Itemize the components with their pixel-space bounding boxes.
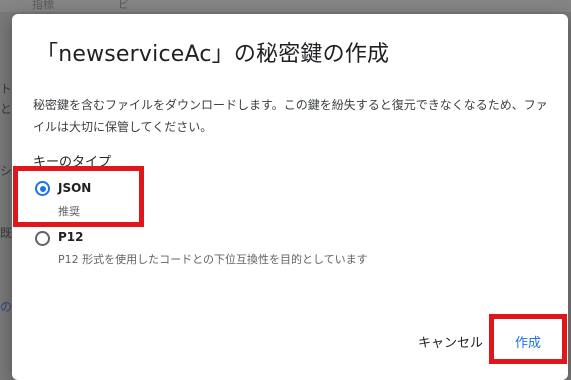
json-option-sublabel: 推奨 [58, 205, 80, 218]
background-link-fragment: の [0, 300, 13, 314]
p12-option-sublabel: P12 形式を使用したコードとの下位互換性を目的としています [58, 253, 368, 266]
screen: 指標 ビ ト と シ 既 の 「newserviceAc」の秘密鍵の作成 秘密鍵… [0, 0, 571, 380]
background-text-fragment: と [0, 102, 13, 116]
json-radio-button[interactable] [35, 181, 50, 196]
background-tab: 指標 [32, 0, 54, 11]
dialog-title: 「newserviceAc」の秘密鍵の作成 [36, 42, 390, 67]
dialog-description: 秘密鍵を含むファイルをダウンロードします。この鍵を紛失すると復元できなくなるため… [33, 98, 548, 134]
key-type-label: キーのタイプ [33, 155, 112, 170]
background-text-fragment: ト [0, 82, 13, 96]
json-option-label[interactable]: JSON [58, 181, 91, 195]
create-button[interactable]: 作成 [515, 332, 541, 351]
background-text-fragment: シ [0, 164, 13, 178]
background-tab: ビ [118, 0, 129, 11]
create-private-key-dialog: 「newserviceAc」の秘密鍵の作成 秘密鍵を含むファイルをダウンロードし… [12, 14, 568, 380]
background-text-fragment: 既 [0, 226, 13, 240]
background-page-header [0, 0, 571, 12]
cancel-button[interactable]: キャンセル [418, 332, 483, 351]
p12-option-label[interactable]: P12 [58, 230, 84, 244]
p12-radio-button[interactable] [35, 231, 50, 246]
